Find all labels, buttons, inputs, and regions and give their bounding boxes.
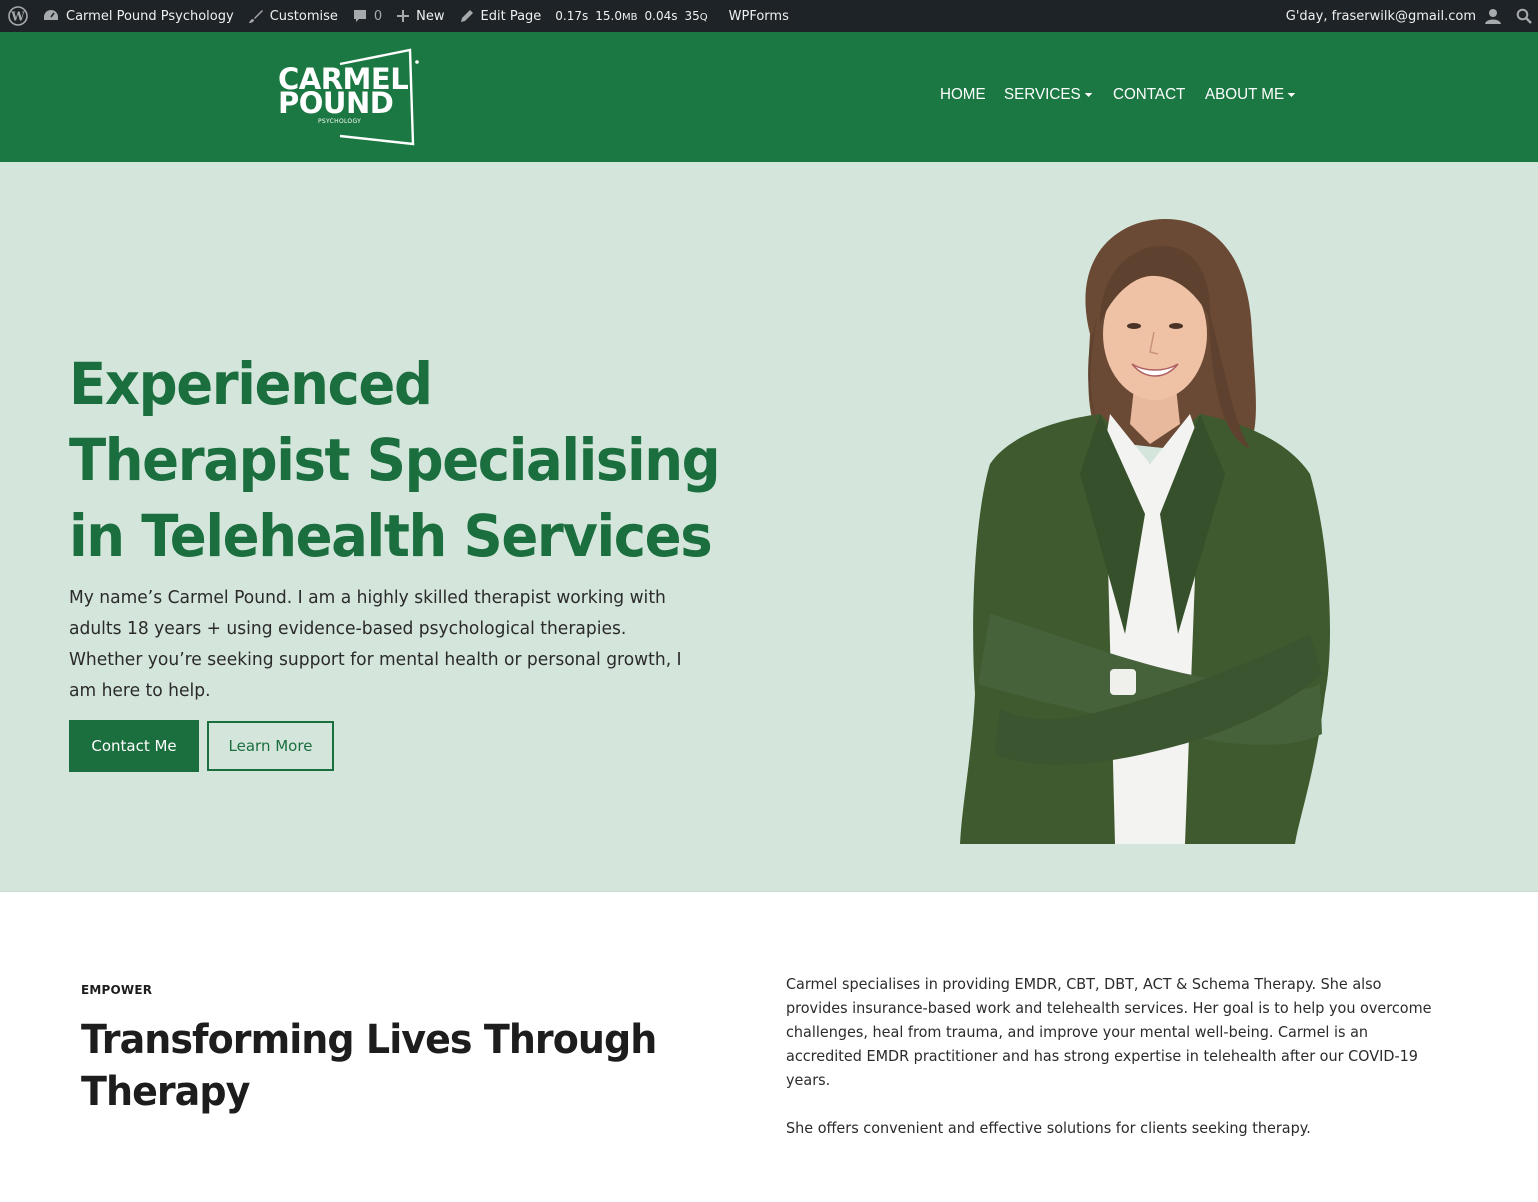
greeting-label: G'day, fraserwilk@gmail.com [1285, 8, 1476, 24]
hero-intro-text: My name’s Carmel Pound. I am a highly sk… [69, 587, 682, 701]
edit-page-menu[interactable]: Edit Page [452, 0, 549, 32]
section-paragraph: She offers convenient and effective solu… [786, 1119, 1311, 1137]
admin-bar: W Carmel Pound Psychology Customise 0 Ne… [0, 0, 1538, 32]
section-title: Transforming Lives Through Therapy [81, 1017, 657, 1115]
contact-me-button[interactable]: Contact Me [69, 720, 199, 772]
search-icon[interactable] [1509, 0, 1538, 32]
metric-memory-value: 15.0 [595, 9, 622, 23]
metric-memory: 15.0MB [595, 9, 637, 23]
new-content-menu[interactable]: New [389, 0, 451, 32]
logo-wordmark: CARMEL POUND [278, 65, 409, 120]
metric-query-time: 0.04s [644, 9, 678, 23]
wpforms-menu[interactable]: WPForms [722, 0, 796, 32]
site-header: CARMEL POUND PSYCHOLOGY HOME SERVICES CO… [0, 32, 1538, 162]
hero-section: Experienced Therapist Specialising in Te… [0, 162, 1538, 892]
section-paragraph: Carmel specialises in providing EMDR, CB… [786, 975, 1432, 1089]
comment-icon [352, 8, 368, 24]
nav-label-services: SERVICES [1004, 86, 1081, 103]
metric-memory-unit: MB [622, 12, 638, 23]
customise-menu[interactable]: Customise [241, 0, 345, 32]
section-eyebrow: EMPOWER [81, 983, 153, 997]
comments-menu[interactable]: 0 [345, 0, 389, 32]
dashboard-icon [42, 8, 60, 24]
nav-item-services[interactable]: SERVICES [1004, 86, 1092, 104]
metric-page-time: 0.17s [555, 9, 589, 23]
wordpress-logo-icon[interactable]: W [0, 0, 35, 32]
wpforms-label: WPForms [728, 8, 789, 24]
site-name-menu[interactable]: Carmel Pound Psychology [35, 0, 241, 32]
therapist-portrait-image [950, 214, 1340, 844]
metric-queries-unit: Q [699, 12, 708, 23]
hero-title: Experienced Therapist Specialising in Te… [69, 350, 721, 570]
nav-item-contact[interactable]: CONTACT [1113, 86, 1185, 104]
metric-queries: 35Q [684, 9, 707, 23]
plus-icon [396, 9, 410, 23]
comments-count: 0 [373, 8, 383, 24]
new-label: New [416, 8, 445, 24]
section-body: Carmel specialises in providing EMDR, CB… [786, 972, 1439, 1164]
paintbrush-icon [248, 8, 264, 24]
metric-queries-value: 35 [684, 9, 700, 23]
customise-label: Customise [269, 8, 338, 24]
logo-line-2: POUND [278, 86, 394, 120]
svg-text:W: W [10, 10, 25, 24]
user-avatar-icon [1484, 7, 1502, 25]
pencil-icon [459, 8, 475, 24]
nav-item-home[interactable]: HOME [940, 86, 986, 104]
nav-label-about-me: ABOUT ME [1204, 86, 1284, 103]
site-name-label: Carmel Pound Psychology [66, 8, 234, 24]
account-menu[interactable]: G'day, fraserwilk@gmail.com [1279, 0, 1509, 32]
logo-subtitle: PSYCHOLOGY [318, 118, 362, 125]
learn-more-button[interactable]: Learn More [207, 721, 334, 771]
chevron-down-icon [1287, 93, 1296, 97]
chevron-down-icon [1084, 93, 1092, 97]
nav-label-contact: CONTACT [1112, 86, 1185, 103]
nav-item-about-me[interactable]: ABOUT ME [1205, 86, 1296, 104]
main-nav: HOME SERVICES CONTACT ABOUT ME [940, 86, 1316, 104]
site-logo[interactable]: CARMEL POUND PSYCHOLOGY [276, 48, 422, 146]
query-monitor-menu[interactable]: 0.17s 15.0MB 0.04s 35Q [548, 0, 721, 32]
nav-label-home: HOME [940, 86, 986, 103]
edit-page-label: Edit Page [480, 8, 542, 24]
